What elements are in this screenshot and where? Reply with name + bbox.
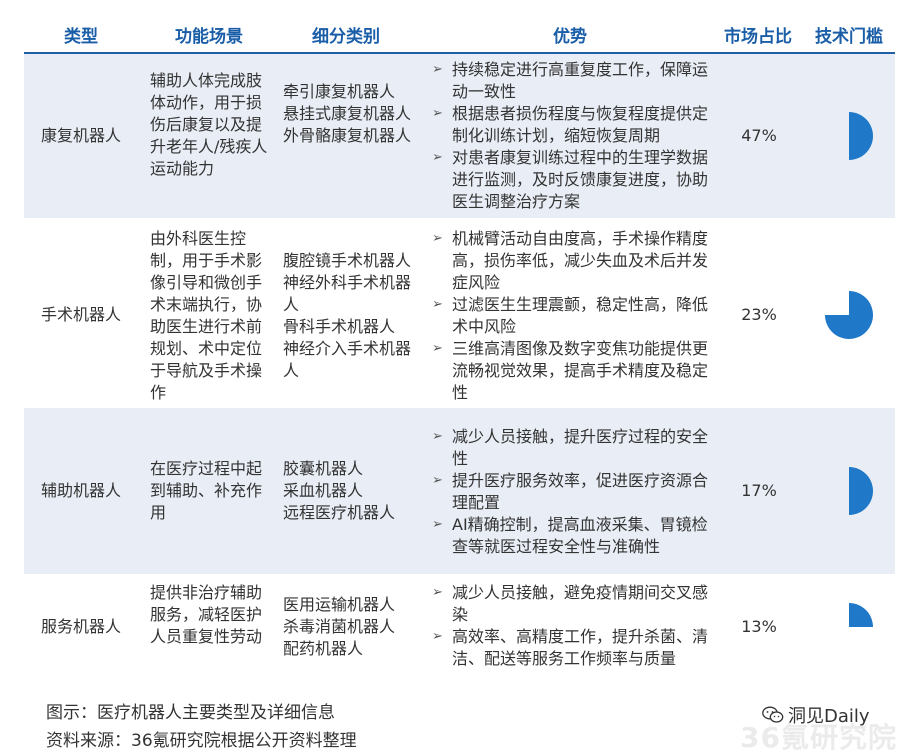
table-header: 类型 功能场景 细分类别 优势 市场占比 技术门槛 bbox=[24, 14, 895, 54]
header-advantages: 优势 bbox=[553, 27, 587, 47]
subcategory-item: 牵引康复机器人 bbox=[283, 82, 396, 101]
threshold-pie-slice bbox=[849, 603, 873, 627]
advantage-item: ➢ 对患者康复训练过程中的生理学数据进行监测，及时反馈康复进度，协助医生调整治疗方… bbox=[430, 147, 720, 213]
row-scenario: 在医疗过程中起到辅助、补充作用 bbox=[150, 459, 263, 522]
header-tech-threshold: 技术门槛 bbox=[815, 27, 883, 47]
advantage-text: AI精确控制，提高血液采集、胃镜检查等就医过程安全性与准确性 bbox=[452, 515, 708, 556]
advantage-item: ➢ 根据患者损伤程度与恢复程度提供定制化训练计划，缩短恢复周期 bbox=[430, 103, 720, 147]
advantage-text: 过滤医生生理震颤，稳定性高，降低术中风险 bbox=[452, 295, 709, 336]
row-subcategories: 牵引康复机器人 悬挂式康复机器人 外骨骼康复机器人 bbox=[283, 81, 423, 147]
threshold-pie bbox=[849, 603, 873, 627]
arrowhead-bullet-icon: ➢ bbox=[432, 297, 443, 312]
arrowhead-bullet-icon: ➢ bbox=[432, 150, 443, 165]
advantage-item: ➢ 减少人员接触，提升医疗过程的安全性 bbox=[430, 426, 720, 470]
header-market-share: 市场占比 bbox=[724, 27, 792, 47]
arrowhead-bullet-icon: ➢ bbox=[432, 429, 443, 444]
advantage-item: ➢ 减少人员接触，避免疫情期间交叉感染 bbox=[430, 582, 720, 626]
arrowhead-bullet-icon: ➢ bbox=[432, 231, 443, 246]
table-row: 康复机器人 辅助人体完成肢体动作，用于损伤后康复以及提升老年人/残疾人运动能力 … bbox=[24, 54, 895, 218]
row-market-share: 47% bbox=[741, 126, 777, 145]
subcategory-item: 胶囊机器人 bbox=[283, 459, 364, 478]
advantage-text: 对患者康复训练过程中的生理学数据进行监测，及时反馈康复进度，协助医生调整治疗方案 bbox=[452, 148, 709, 211]
row-scenario: 辅助人体完成肢体动作，用于损伤后康复以及提升老年人/残疾人运动能力 bbox=[150, 71, 268, 178]
advantage-text: 提升医疗服务效率，促进医疗资源合理配置 bbox=[452, 471, 709, 512]
watermark-brand-text: 洞见Daily bbox=[788, 706, 870, 727]
subcategory-item: 医用运输机器人 bbox=[283, 595, 396, 614]
row-advantages: ➢ 减少人员接触，避免疫情期间交叉感染 ➢ 高效率、高精度工作，提升杀菌、清洁、配送… bbox=[430, 582, 720, 670]
wechat-icon bbox=[762, 706, 784, 723]
arrowhead-bullet-icon: ➢ bbox=[432, 585, 443, 600]
figure-caption: 图示：医疗机器人主要类型及详细信息 bbox=[46, 703, 335, 723]
subcategory-item: 神经外科手术机器人 bbox=[283, 273, 412, 314]
advantage-text: 减少人员接触，提升医疗过程的安全性 bbox=[452, 427, 709, 468]
advantage-item: ➢ 持续稳定进行高重复度工作，保障运动一致性 bbox=[430, 59, 720, 103]
row-type: 康复机器人 bbox=[40, 126, 121, 145]
row-subcategories: 胶囊机器人 采血机器人 远程医疗机器人 bbox=[283, 458, 423, 524]
advantage-text: 机械臂活动自由度高，手术操作精度高，损伤率低，减少失血及术后并发症风险 bbox=[452, 229, 709, 292]
subcategory-item: 骨科手术机器人 bbox=[283, 317, 396, 336]
table-row: 辅助机器人 在医疗过程中起到辅助、补充作用 胶囊机器人 采血机器人 远程医疗机器… bbox=[24, 408, 895, 574]
arrowhead-bullet-icon: ➢ bbox=[432, 473, 443, 488]
subcategory-item: 外骨骼康复机器人 bbox=[283, 126, 412, 145]
row-market-share: 23% bbox=[741, 305, 777, 324]
table-row: 服务机器人 提供非治疗辅助服务，减轻医护人员重复性劳动 医用运输机器人 杀毒消菌… bbox=[24, 574, 895, 684]
subcategory-item: 悬挂式康复机器人 bbox=[283, 104, 412, 123]
table-row: 手术机器人 由外科医生控制，用于手术影像引导和微创手术末端执行，协助医生进行术前… bbox=[24, 218, 895, 408]
threshold-pie bbox=[825, 291, 873, 339]
arrowhead-bullet-icon: ➢ bbox=[432, 517, 443, 532]
advantage-item: ➢ 机械臂活动自由度高，手术操作精度高，损伤率低，减少失血及术后并发症风险 bbox=[430, 228, 720, 294]
arrowhead-bullet-icon: ➢ bbox=[432, 341, 443, 356]
header-scenario: 功能场景 bbox=[175, 27, 243, 47]
header-type: 类型 bbox=[64, 27, 98, 47]
advantage-text: 根据患者损伤程度与恢复程度提供定制化训练计划，缩短恢复周期 bbox=[452, 104, 709, 145]
threshold-pie bbox=[849, 112, 873, 160]
advantage-text: 三维高清图像及数字变焦功能提供更流畅视觉效果，提高手术精度及稳定性 bbox=[452, 339, 709, 402]
row-market-share: 17% bbox=[741, 481, 777, 500]
row-subcategories: 医用运输机器人 杀毒消菌机器人 配药机器人 bbox=[283, 594, 423, 660]
advantage-item: ➢ 过滤医生生理震颤，稳定性高，降低术中风险 bbox=[430, 294, 720, 338]
watermark-brand: 洞见Daily bbox=[762, 702, 870, 728]
advantage-text: 持续稳定进行高重复度工作，保障运动一致性 bbox=[452, 60, 709, 101]
threshold-pie-slice bbox=[849, 467, 873, 515]
row-type: 辅助机器人 bbox=[40, 481, 121, 500]
advantage-item: ➢ 高效率、高精度工作，提升杀菌、清洁、配送等服务工作频率与质量 bbox=[430, 626, 720, 670]
threshold-pie-slice bbox=[825, 291, 873, 339]
row-scenario: 提供非治疗辅助服务，减轻医护人员重复性劳动 bbox=[150, 583, 263, 646]
row-subcategories: 腹腔镜手术机器人 神经外科手术机器人 骨科手术机器人 神经介入手术机器人 bbox=[283, 250, 423, 382]
threshold-pie-slice bbox=[849, 112, 873, 160]
row-advantages: ➢ 持续稳定进行高重复度工作，保障运动一致性 ➢ 根据患者损伤程度与恢复程度提供定制… bbox=[430, 59, 720, 213]
row-advantages: ➢ 机械臂活动自由度高，手术操作精度高，损伤率低，减少失血及术后并发症风险 ➢ 过滤… bbox=[430, 228, 720, 404]
advantage-text: 高效率、高精度工作，提升杀菌、清洁、配送等服务工作频率与质量 bbox=[452, 627, 709, 668]
subcategory-item: 杀毒消菌机器人 bbox=[283, 617, 396, 636]
row-advantages: ➢ 减少人员接触，提升医疗过程的安全性 ➢ 提升医疗服务效率，促进医疗资源合理配置 … bbox=[430, 426, 720, 558]
arrowhead-bullet-icon: ➢ bbox=[432, 106, 443, 121]
advantage-item: ➢ 三维高清图像及数字变焦功能提供更流畅视觉效果，提高手术精度及稳定性 bbox=[430, 338, 720, 404]
subcategory-item: 腹腔镜手术机器人 bbox=[283, 251, 412, 270]
subcategory-item: 神经介入手术机器人 bbox=[283, 339, 412, 380]
subcategory-item: 配药机器人 bbox=[283, 639, 364, 658]
advantage-item: ➢ 提升医疗服务效率，促进医疗资源合理配置 bbox=[430, 470, 720, 514]
header-subcategory: 细分类别 bbox=[312, 27, 380, 47]
row-type: 服务机器人 bbox=[40, 617, 121, 636]
row-market-share: 13% bbox=[741, 617, 777, 636]
threshold-pie bbox=[849, 467, 873, 515]
row-scenario: 由外科医生控制，用于手术影像引导和微创手术末端执行，协助医生进行术前规划、术中定… bbox=[150, 229, 263, 402]
row-type: 手术机器人 bbox=[40, 305, 121, 324]
advantage-text: 减少人员接触，避免疫情期间交叉感染 bbox=[452, 583, 709, 624]
subcategory-item: 远程医疗机器人 bbox=[283, 503, 396, 522]
advantage-item: ➢ AI精确控制，提高血液采集、胃镜检查等就医过程安全性与准确性 bbox=[430, 514, 720, 558]
source-note: 资料来源：36氪研究院根据公开资料整理 bbox=[46, 731, 357, 751]
arrowhead-bullet-icon: ➢ bbox=[432, 62, 443, 77]
subcategory-item: 采血机器人 bbox=[283, 481, 364, 500]
arrowhead-bullet-icon: ➢ bbox=[432, 629, 443, 644]
